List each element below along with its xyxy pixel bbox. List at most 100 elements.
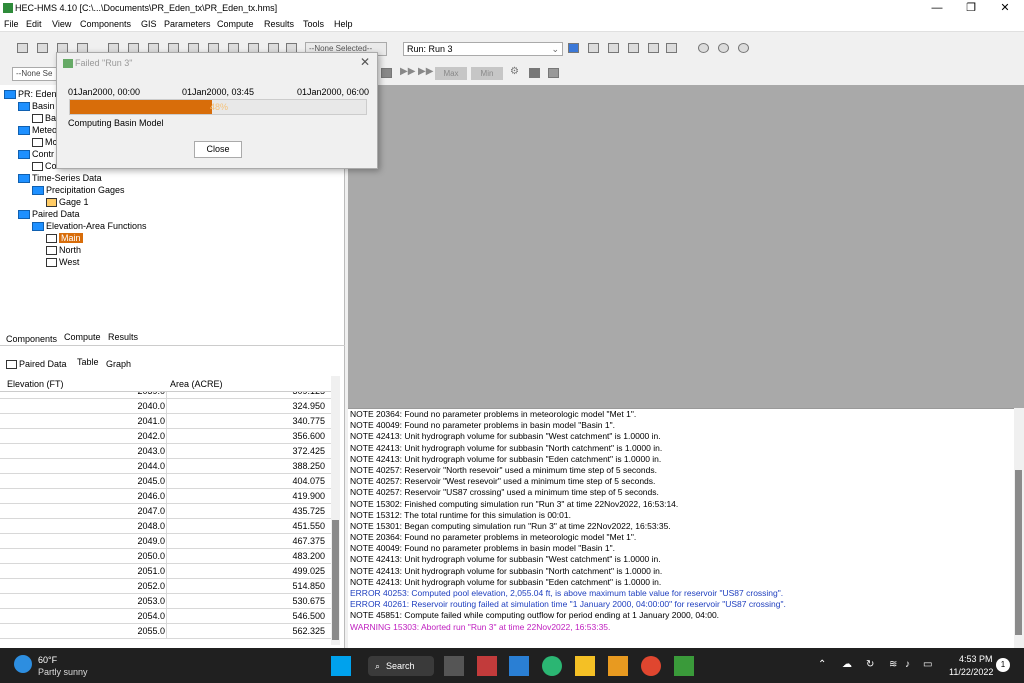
tab-components[interactable]: Components: [6, 334, 57, 344]
area-cell[interactable]: 467.375: [168, 536, 325, 546]
table-row[interactable]: 2046.0 419.900: [0, 489, 331, 504]
weather-icon[interactable]: [14, 655, 32, 673]
log-scrollbar-thumb[interactable]: [1015, 470, 1022, 635]
tab-paired-data[interactable]: Paired Data: [6, 359, 67, 370]
table-row[interactable]: 2055.0 562.325: [0, 624, 331, 639]
elevation-cell[interactable]: 2054.0: [5, 611, 165, 621]
time-series-table-icon[interactable]: [608, 43, 619, 53]
sync-icon[interactable]: ↻: [866, 659, 874, 670]
results-icon[interactable]: [666, 43, 677, 53]
camera-icon[interactable]: [548, 68, 559, 78]
menu-help[interactable]: Help: [334, 19, 353, 29]
area-cell[interactable]: 356.600: [168, 431, 325, 441]
wifi-icon[interactable]: ≋: [889, 659, 897, 670]
video-icon[interactable]: [529, 68, 540, 78]
area-cell[interactable]: 309.125: [168, 392, 325, 396]
minimize-button[interactable]: —: [920, 0, 954, 17]
elevation-cell[interactable]: 2048.0: [5, 521, 165, 531]
table-row[interactable]: 2047.0 435.725: [0, 504, 331, 519]
settings-icon[interactable]: ⚙: [510, 66, 519, 77]
store-icon[interactable]: [575, 656, 595, 676]
table-row[interactable]: 2041.0 340.775: [0, 414, 331, 429]
area-cell[interactable]: 435.725: [168, 506, 325, 516]
graph-icon[interactable]: [648, 43, 659, 53]
menu-compute[interactable]: Compute: [217, 19, 254, 29]
stop-icon[interactable]: [381, 68, 392, 78]
menu-edit[interactable]: Edit: [26, 19, 42, 29]
global-summary-icon[interactable]: [588, 43, 599, 53]
tree-item-elevation-area[interactable]: Elevation-Area Functions: [4, 220, 344, 232]
chrome-icon[interactable]: [641, 656, 661, 676]
close-window-button[interactable]: ✕: [988, 0, 1022, 17]
menu-parameters[interactable]: Parameters: [164, 19, 211, 29]
elevation-cell[interactable]: 2044.0: [5, 461, 165, 471]
table-row[interactable]: 2045.0 404.075: [0, 474, 331, 489]
area-cell[interactable]: 388.250: [168, 461, 325, 471]
play-icon[interactable]: ▶▶: [400, 66, 415, 77]
tree-item-paired-data[interactable]: Paired Data: [4, 208, 344, 220]
tree-item-west[interactable]: West: [4, 256, 344, 268]
table-row[interactable]: 2054.0 546.500: [0, 609, 331, 624]
elevation-cell[interactable]: 2047.0: [5, 506, 165, 516]
notification-icon[interactable]: 1: [996, 658, 1010, 672]
fast-forward-icon[interactable]: ▶▶: [418, 66, 433, 77]
elevation-cell[interactable]: 2050.0: [5, 551, 165, 561]
file-explorer-icon[interactable]: [509, 656, 529, 676]
edge-icon[interactable]: [542, 656, 562, 676]
area-cell[interactable]: 404.075: [168, 476, 325, 486]
max-button[interactable]: Max: [435, 67, 467, 80]
tree-item-north[interactable]: North: [4, 244, 344, 256]
tree-item-gage-1[interactable]: Gage 1: [4, 196, 344, 208]
search-button[interactable]: ⌕ Search: [368, 656, 434, 676]
area-cell[interactable]: 514.850: [168, 581, 325, 591]
open-icon[interactable]: [37, 43, 48, 53]
speaker-icon[interactable]: ♪: [905, 659, 910, 670]
column-header-elevation[interactable]: Elevation (FT): [7, 379, 64, 389]
area-cell[interactable]: 372.425: [168, 446, 325, 456]
elevation-cell[interactable]: 2053.0: [5, 596, 165, 606]
tree-item-main[interactable]: Main: [4, 232, 344, 244]
elevation-cell[interactable]: 2045.0: [5, 476, 165, 486]
table-row[interactable]: 2039.0309.125: [0, 392, 331, 399]
elevation-cell[interactable]: 2040.0: [5, 401, 165, 411]
elevation-cell[interactable]: 2041.0: [5, 416, 165, 426]
menu-results[interactable]: Results: [264, 19, 294, 29]
grid-globe-3-icon[interactable]: [738, 43, 749, 53]
none-selected-short-dropdown[interactable]: --None Se: [12, 67, 60, 81]
compute-run-icon[interactable]: [568, 43, 579, 53]
table-scrollbar-thumb[interactable]: [332, 520, 339, 640]
elevation-cell[interactable]: 2043.0: [5, 446, 165, 456]
maximize-button[interactable]: ❐: [954, 0, 988, 17]
menu-components[interactable]: Components: [80, 19, 131, 29]
elevation-cell[interactable]: 2049.0: [5, 536, 165, 546]
table-row[interactable]: 2044.0 388.250: [0, 459, 331, 474]
new-icon[interactable]: [17, 43, 28, 53]
menu-view[interactable]: View: [52, 19, 71, 29]
clock-date[interactable]: 11/22/2022: [949, 667, 993, 677]
close-icon[interactable]: ✕: [360, 55, 370, 69]
table-row[interactable]: 2049.0 467.375: [0, 534, 331, 549]
elevation-cell[interactable]: 2051.0: [5, 566, 165, 576]
column-header-area[interactable]: Area (ACRE): [170, 379, 223, 389]
summary-table-icon[interactable]: [628, 43, 639, 53]
area-cell[interactable]: 419.900: [168, 491, 325, 501]
battery-icon[interactable]: ▭: [923, 659, 932, 670]
area-cell[interactable]: 530.675: [168, 596, 325, 606]
close-button[interactable]: Close: [194, 141, 242, 158]
area-cell[interactable]: 562.325: [168, 626, 325, 636]
elevation-cell[interactable]: 2055.0: [5, 626, 165, 636]
area-cell[interactable]: 451.550: [168, 521, 325, 531]
start-icon[interactable]: [331, 656, 351, 676]
table-row[interactable]: 2051.0 499.025: [0, 564, 331, 579]
area-cell[interactable]: 546.500: [168, 611, 325, 621]
grid-globe-icon[interactable]: [698, 43, 709, 53]
tree-item-precip-gages[interactable]: Precipitation Gages: [4, 184, 344, 196]
menu-tools[interactable]: Tools: [303, 19, 324, 29]
table-row[interactable]: 2043.0 372.425: [0, 444, 331, 459]
clock-time[interactable]: 4:53 PM: [959, 654, 993, 664]
area-cell[interactable]: 499.025: [168, 566, 325, 576]
area-cell[interactable]: 340.775: [168, 416, 325, 426]
elevation-cell[interactable]: 2046.0: [5, 491, 165, 501]
table-row[interactable]: 2040.0 324.950: [0, 399, 331, 414]
tab-graph[interactable]: Graph: [106, 359, 131, 369]
